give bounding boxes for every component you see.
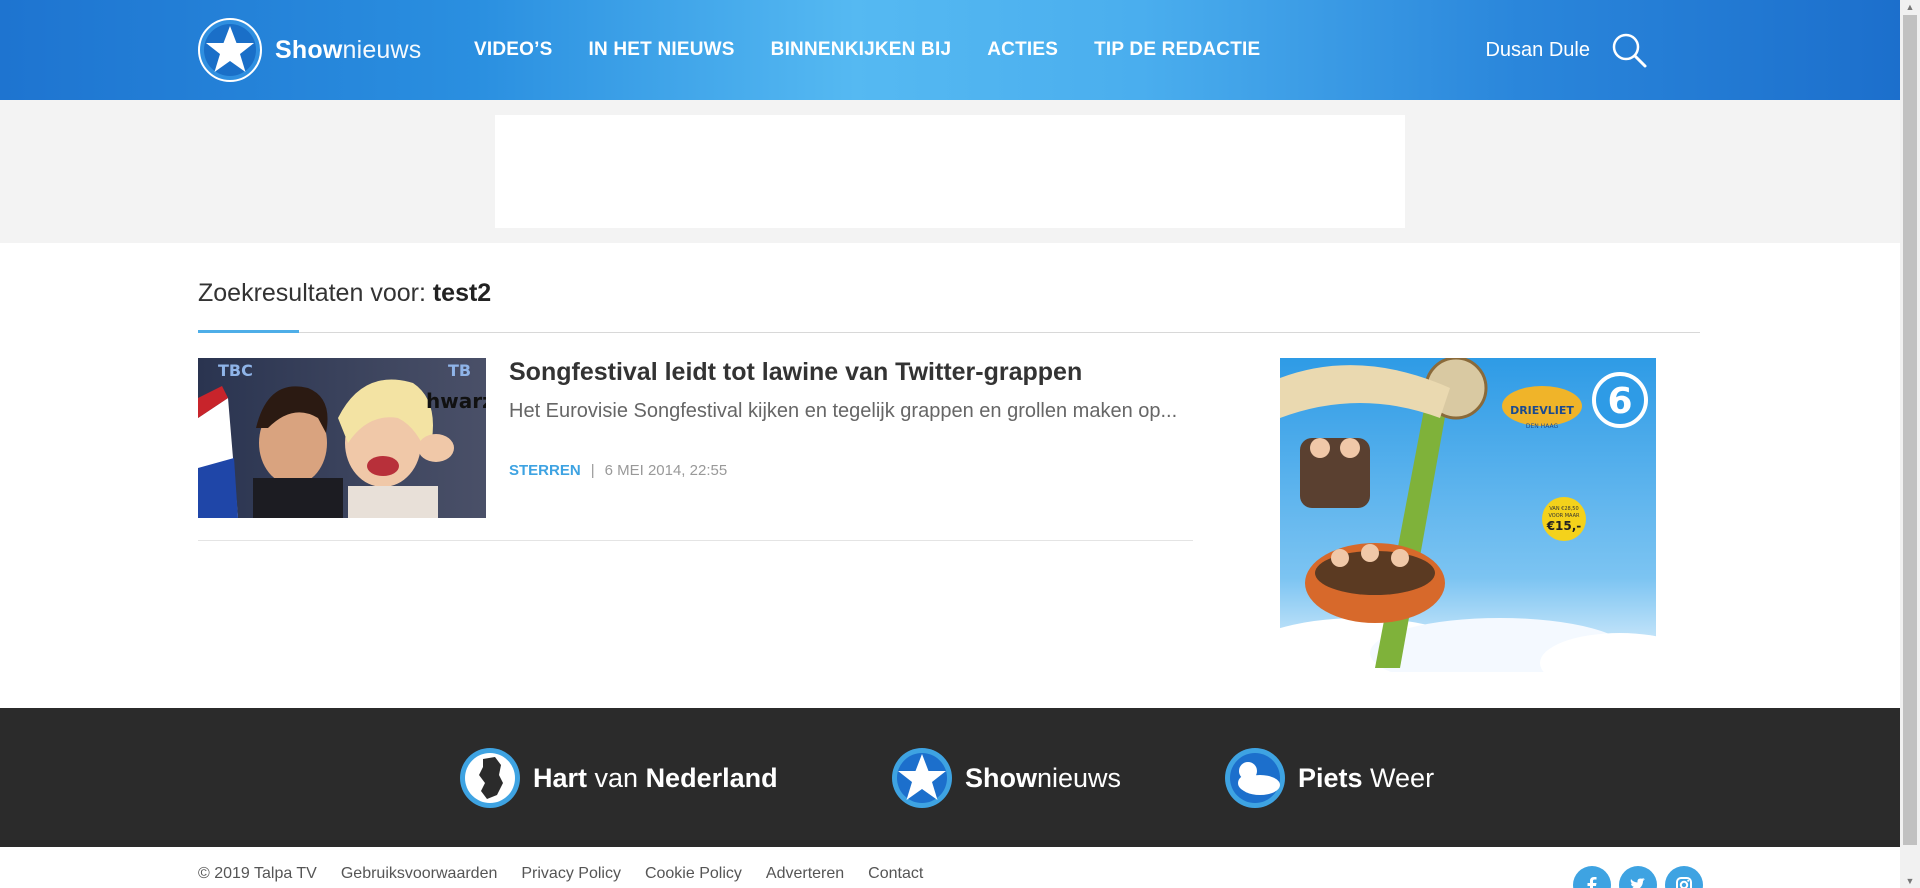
link-cookie-policy[interactable]: Cookie Policy (645, 865, 742, 883)
footer-brand-hart-van-nederland[interactable]: Hart van Nederland (459, 746, 778, 810)
star-icon (198, 18, 262, 82)
ad-image: DRIEVLIET DEN HAAG 6 VAN €28,50 VOOR MAA… (1280, 358, 1656, 672)
link-gebruiksvoorwaarden[interactable]: Gebruiksvoorwaarden (341, 865, 498, 883)
logo-bold: Show (275, 35, 343, 64)
nav-binnenkijken-bij[interactable]: BINNENKIJKEN BIJ (771, 39, 952, 61)
search-results-label: Zoekresultaten voor: (198, 279, 433, 307)
ad-price-top: VAN €28,50 (1549, 506, 1578, 512)
nav-in-het-nieuws[interactable]: IN HET NIEUWS (588, 39, 734, 61)
star-icon (892, 748, 952, 808)
nav-videos[interactable]: VIDEO’S (474, 39, 552, 61)
user-name-link[interactable]: Dusan Dule (1485, 39, 1590, 62)
result-meta: STERREN | 6 MEI 2014, 22:55 (509, 462, 727, 479)
result-photo: TBC TB hwarzl (198, 358, 486, 518)
site-footer: Hart van Nederland Show nieuws Piets Weer (0, 708, 1900, 847)
cloud-sun-icon (1225, 748, 1285, 808)
instagram-icon[interactable] (1665, 866, 1703, 888)
netherlands-map-icon (460, 748, 520, 808)
brand-nederland: Nederland (645, 762, 778, 793)
result-category-link[interactable]: STERREN (509, 462, 581, 479)
meta-separator: | (590, 462, 595, 479)
svg-text:TB: TB (448, 361, 471, 380)
user-area: Dusan Dule (1485, 0, 1648, 100)
link-contact[interactable]: Contact (868, 865, 923, 883)
side-ad-banner[interactable]: DRIEVLIET DEN HAAG 6 VAN €28,50 VOOR MAA… (1280, 358, 1656, 672)
result-divider (198, 540, 1193, 541)
search-query: test2 (432, 279, 492, 307)
logo-light: nieuws (342, 35, 422, 64)
results-divider (198, 332, 1700, 333)
footer-brand-piets-weer[interactable]: Piets Weer (1224, 746, 1434, 810)
search-results-heading: Zoekresultaten voor: test2 (198, 279, 491, 308)
scroll-down-arrow-icon[interactable]: ▼ (1900, 874, 1920, 888)
brand-van: van (587, 762, 646, 793)
ad-park-sub: DEN HAAG (1526, 423, 1559, 430)
top-ad-banner[interactable] (495, 115, 1405, 228)
result-date: 6 MEI 2014, 22:55 (604, 462, 728, 479)
shownieuws-logo[interactable]: Shownieuws (198, 17, 422, 83)
top-ad-band (0, 100, 1900, 243)
nav-acties[interactable]: ACTIES (987, 39, 1058, 61)
scrollbar-thumb[interactable] (1903, 15, 1917, 845)
brand-show: Show (965, 762, 1037, 793)
main-nav: VIDEO’S IN HET NIEUWS BINNENKIJKEN BIJ A… (474, 0, 1296, 100)
bottom-bar: © 2019 Talpa TV Gebruiksvoorwaarden Priv… (0, 847, 1900, 888)
social-links (1573, 866, 1711, 888)
scroll-up-arrow-icon[interactable]: ▲ (1900, 0, 1920, 14)
site-header: Shownieuws VIDEO’S IN HET NIEUWS BINNENK… (0, 0, 1900, 100)
result-title-link[interactable]: Songfestival leidt tot lawine van Twitte… (509, 358, 1082, 387)
ad-price: €15,- (1546, 519, 1582, 533)
ad-channel-logo: 6 (1607, 381, 1632, 422)
brand-weer: Weer (1362, 762, 1435, 793)
search-result-item: TBC TB hwarzl Songfestival leidt tot law… (198, 358, 1193, 541)
result-thumbnail[interactable]: TBC TB hwarzl (198, 358, 486, 518)
facebook-icon[interactable] (1573, 866, 1611, 888)
page-scrollbar[interactable]: ▲ ▼ (1900, 0, 1920, 888)
svg-text:TBC: TBC (218, 361, 253, 380)
results-accent-bar (198, 330, 299, 333)
footer-brand-shownieuws[interactable]: Show nieuws (891, 746, 1121, 810)
copyright: © 2019 Talpa TV (198, 865, 317, 882)
brand-piets: Piets (1298, 762, 1363, 793)
link-adverteren[interactable]: Adverteren (766, 865, 844, 883)
nav-tip-de-redactie[interactable]: TIP DE REDACTIE (1094, 39, 1260, 61)
link-privacy-policy[interactable]: Privacy Policy (521, 865, 621, 883)
footer-links: © 2019 Talpa TV Gebruiksvoorwaarden Priv… (198, 865, 947, 883)
svg-text:hwarzl: hwarzl (426, 389, 486, 413)
search-icon[interactable] (1610, 31, 1648, 69)
brand-hart: Hart (533, 762, 588, 793)
result-description: Het Eurovisie Songfestival kijken en teg… (509, 400, 1178, 422)
brand-nieuws: nieuws (1037, 762, 1122, 793)
ad-park-name: DRIEVLIET (1510, 404, 1574, 417)
twitter-icon[interactable] (1619, 866, 1657, 888)
